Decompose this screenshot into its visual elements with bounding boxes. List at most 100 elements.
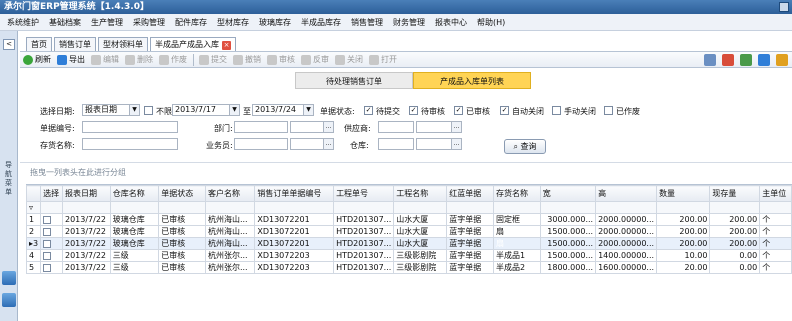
status-checkbox-approved[interactable]: ✓ xyxy=(454,106,463,115)
menu-item[interactable]: 配件库存 xyxy=(170,17,212,28)
column-header[interactable]: 报表日期 xyxy=(61,185,111,202)
table-cell[interactable]: 三级影剧院 xyxy=(393,249,448,262)
filter-cell[interactable] xyxy=(656,201,711,214)
table-cell[interactable]: 固定框 xyxy=(492,213,541,226)
table-cell[interactable]: 0.00 xyxy=(709,261,761,274)
salesman-lookup[interactable]: … xyxy=(290,138,334,150)
table-cell[interactable]: 扇 xyxy=(492,225,541,238)
warehouse-input[interactable] xyxy=(378,138,414,150)
filter-cell[interactable] xyxy=(61,201,111,214)
tab-sales-order[interactable]: 销售订单 xyxy=(54,37,96,51)
item-input[interactable] xyxy=(82,138,178,150)
settings-icon[interactable] xyxy=(704,54,716,66)
row-checkbox[interactable] xyxy=(43,263,52,272)
filter-cell[interactable] xyxy=(40,201,63,214)
table-cell[interactable]: 2013/7/22 xyxy=(61,237,111,250)
row-select-cell[interactable] xyxy=(40,261,63,274)
table-cell[interactable]: XD13072203 xyxy=(254,261,335,274)
table-cell[interactable]: 2013/7/22 xyxy=(61,225,111,238)
row-checkbox[interactable] xyxy=(43,239,52,248)
table-cell[interactable]: 1600.00000... xyxy=(595,261,658,274)
status-checkbox-manual-closed[interactable] xyxy=(552,106,561,115)
table-cell[interactable]: 蓝字单据 xyxy=(446,261,494,274)
row-select-cell[interactable] xyxy=(40,225,63,238)
status-checkbox-pending-review[interactable]: ✓ xyxy=(409,106,418,115)
filter-cell[interactable] xyxy=(109,201,160,214)
table-row[interactable]: 4 2013/7/22 三级 已审核 杭州张尔... XD13072203 HTD20130… xyxy=(25,249,792,262)
filter-cell[interactable] xyxy=(539,201,597,214)
help-icon[interactable] xyxy=(776,54,788,66)
dept-lookup[interactable]: … xyxy=(290,121,334,133)
supplier-lookup[interactable]: … xyxy=(416,121,462,133)
table-cell[interactable]: 已审核 xyxy=(158,237,206,250)
column-header[interactable]: 红蓝单据 xyxy=(446,185,494,202)
table-cell[interactable]: 2013/7/22 xyxy=(61,261,111,274)
table-cell[interactable]: 山水大厦 xyxy=(393,225,448,238)
menu-item[interactable]: 系统维护 xyxy=(2,17,44,28)
tab-product-warehousing[interactable]: 半成品产成品入库 × xyxy=(150,37,236,51)
filter-cell[interactable] xyxy=(759,201,792,214)
column-header[interactable]: 存货名称 xyxy=(492,185,541,202)
column-header[interactable]: 选择 xyxy=(40,185,63,202)
save-layout-icon[interactable] xyxy=(758,54,770,66)
table-cell[interactable]: 已审核 xyxy=(158,225,206,238)
edit-button[interactable]: 编辑 xyxy=(91,54,119,65)
row-checkbox[interactable] xyxy=(43,227,52,236)
table-cell[interactable]: 2000.00000... xyxy=(595,225,658,238)
tab-pending-sales-orders[interactable]: 待处理销售订单 xyxy=(295,72,413,89)
table-cell[interactable]: 山水大厦 xyxy=(393,213,448,226)
date-to-field[interactable]: 2013/7/24 ▼ xyxy=(252,104,314,116)
table-cell[interactable]: XD13072201 xyxy=(254,237,335,250)
status-checkbox-voided[interactable] xyxy=(604,106,613,115)
void-button[interactable]: 作废 xyxy=(159,54,187,65)
approve-button[interactable]: 审核 xyxy=(267,54,295,65)
table-cell[interactable]: XD13072201 xyxy=(254,225,335,238)
table-cell[interactable]: 个 xyxy=(759,213,792,226)
open-doc-button[interactable]: 打开 xyxy=(369,54,397,65)
dept-input[interactable] xyxy=(234,121,288,133)
filter-cell[interactable] xyxy=(492,201,541,214)
row-index[interactable]: 5 xyxy=(25,261,42,274)
column-header[interactable]: 主单位 xyxy=(759,185,792,202)
row-index[interactable]: ▸3 xyxy=(25,237,42,250)
column-header[interactable]: 客户名称 xyxy=(204,185,256,202)
close-icon[interactable]: × xyxy=(222,41,231,50)
table-cell[interactable]: 已审核 xyxy=(158,213,206,226)
query-button[interactable]: ⌕ 查询 xyxy=(504,139,546,154)
column-header[interactable]: 工程名称 xyxy=(393,185,448,202)
filter-cell[interactable] xyxy=(254,201,335,214)
status-checkbox-pending-submit[interactable]: ✓ xyxy=(364,106,373,115)
table-cell[interactable]: 三级影剧院 xyxy=(393,261,448,274)
collapse-nav-button[interactable]: < xyxy=(3,39,15,50)
table-cell[interactable]: 1500.000... xyxy=(539,237,597,250)
salesman-input[interactable] xyxy=(234,138,288,150)
date-from-field[interactable]: 2013/7/17 ▼ xyxy=(172,104,240,116)
table-row[interactable]: 1 2013/7/22 玻璃仓库 已审核 杭州海山... XD13072201 HTD201… xyxy=(25,213,792,226)
refresh-button[interactable]: 刷新 xyxy=(23,54,51,65)
table-cell[interactable]: 2000.00000... xyxy=(595,213,658,226)
table-cell[interactable]: 蓝字单据 xyxy=(446,225,494,238)
menu-item[interactable]: 报表中心 xyxy=(430,17,472,28)
menu-item[interactable]: 采购管理 xyxy=(128,17,170,28)
nav-app-icon[interactable] xyxy=(2,271,16,285)
row-checkbox[interactable] xyxy=(43,215,52,224)
column-header[interactable]: 销售订单单据编号 xyxy=(254,185,335,202)
table-cell[interactable]: 已审核 xyxy=(158,261,206,274)
table-cell[interactable]: 200.00 xyxy=(709,213,761,226)
row-index[interactable]: 1 xyxy=(25,213,42,226)
table-cell[interactable]: 蓝字单据 xyxy=(446,213,494,226)
nav-app-icon[interactable] xyxy=(2,293,16,307)
table-cell[interactable]: 3000.000... xyxy=(539,213,597,226)
table-cell[interactable]: HTD201307... xyxy=(333,261,395,274)
menu-item[interactable]: 销售管理 xyxy=(346,17,388,28)
table-cell[interactable]: 1500.000... xyxy=(539,225,597,238)
window-control-button[interactable] xyxy=(779,2,789,12)
date-type-select[interactable]: 报表日期 ▼ xyxy=(82,104,140,116)
table-cell[interactable]: HTD201307... xyxy=(333,237,395,250)
warehouse-lookup[interactable]: … xyxy=(416,138,462,150)
no-limit-checkbox[interactable] xyxy=(144,106,153,115)
table-cell[interactable]: 玻璃仓库 xyxy=(109,213,160,226)
menu-item[interactable]: 生产管理 xyxy=(86,17,128,28)
table-cell[interactable]: 200.00 xyxy=(709,225,761,238)
table-cell[interactable]: 已审核 xyxy=(158,249,206,262)
